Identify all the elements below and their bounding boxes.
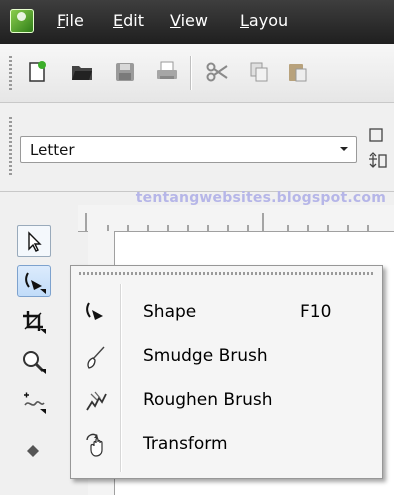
menu-edit[interactable]: Edit (113, 11, 144, 30)
save-icon[interactable] (113, 60, 137, 84)
menu-view-accel: V (170, 11, 181, 30)
menu-layout-accel: L (240, 11, 249, 30)
flyout-item-label: Smudge Brush (143, 346, 268, 366)
flyout-item-shape[interactable]: Shape F10 (73, 296, 380, 330)
menu-file[interactable]: File (57, 11, 84, 30)
menu-bar: File Edit View Layou (0, 0, 394, 44)
roughen-brush-icon (86, 391, 107, 411)
page-size-value: Letter (30, 141, 75, 159)
crop-tool-icon (23, 311, 46, 334)
freehand-tool[interactable] (17, 385, 51, 417)
paste-icon[interactable] (286, 60, 310, 84)
shape-tool-icon (86, 302, 103, 320)
transform-icon (86, 433, 103, 457)
smart-fill-tool[interactable] (17, 427, 51, 459)
shortcut-label: F10 (300, 302, 332, 322)
smudge-brush-icon (87, 346, 105, 369)
flyout-item-roughen-brush[interactable]: Roughen Brush (73, 384, 380, 418)
app-icon[interactable] (10, 9, 34, 33)
property-bar: Letter (0, 103, 394, 192)
flyout-item-label: Transform (143, 434, 228, 454)
shape-tool[interactable] (17, 265, 51, 297)
flyout-item-transform[interactable]: Transform (73, 428, 380, 462)
ruler-ticks (85, 213, 369, 231)
pick-tool-icon (28, 231, 42, 252)
toolbox (0, 205, 76, 495)
copy-icon[interactable] (247, 60, 271, 84)
freehand-tool-icon (24, 392, 46, 414)
toolbar-grip[interactable] (9, 56, 12, 90)
standard-toolbar (0, 44, 394, 103)
flyout-item-label: Shape (143, 302, 197, 322)
menu-layout[interactable]: Layou (240, 11, 288, 30)
toolbar-separator (190, 56, 192, 90)
menu-edit-rest: dit (123, 11, 144, 30)
print-icon[interactable] (155, 60, 179, 84)
menu-view[interactable]: View (170, 11, 208, 30)
propbar-grip[interactable] (9, 117, 12, 177)
cut-icon[interactable] (205, 60, 229, 84)
smart-fill-tool-icon (27, 445, 39, 457)
new-document-icon[interactable] (25, 60, 49, 84)
zoom-tool[interactable] (17, 345, 51, 377)
flyout-item-label: Roughen Brush (143, 390, 273, 410)
flyout-grip[interactable] (79, 272, 374, 275)
menu-layout-rest: ayou (248, 11, 289, 30)
shape-tool-icon (25, 272, 46, 294)
menu-view-rest: iew (180, 11, 208, 30)
pick-tool[interactable] (17, 225, 51, 257)
horizontal-ruler[interactable] (78, 205, 394, 232)
menu-file-rest: ile (65, 11, 84, 30)
chevron-down-icon[interactable] (336, 141, 352, 158)
page-dimensions-icon (369, 128, 387, 168)
menu-file-accel: F (57, 11, 66, 30)
page-size-select[interactable]: Letter (20, 136, 357, 163)
shape-tool-flyout: Shape F10 Smudge Brush Roughen Brush Tra… (70, 265, 383, 479)
menu-edit-accel: E (113, 11, 124, 30)
crop-tool[interactable] (17, 305, 51, 337)
flyout-item-smudge-brush[interactable]: Smudge Brush (73, 340, 380, 374)
open-folder-icon[interactable] (70, 60, 94, 84)
zoom-tool-icon (23, 351, 46, 374)
